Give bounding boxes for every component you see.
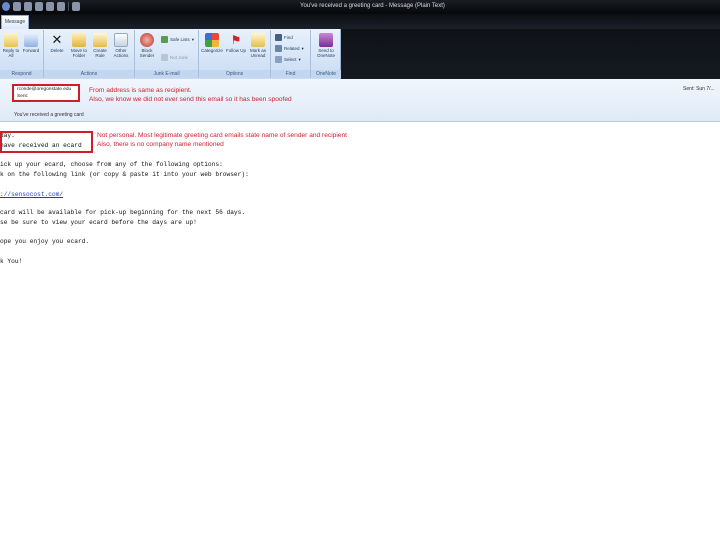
mark-as-unread-label: Mark as Unread <box>249 48 266 58</box>
delete-icon: ✕ <box>51 32 63 47</box>
annotation-line: Also, we know we did not ever send this … <box>89 96 292 103</box>
related-label: Related <box>284 46 300 51</box>
group-options: Categorize ⚑ Follow Up Mark as Unread Op… <box>199 30 271 78</box>
binoculars-icon <box>275 34 282 41</box>
flag-icon: ⚑ <box>230 33 242 47</box>
block-sender-icon <box>140 33 154 47</box>
find-label: Find <box>284 35 293 40</box>
not-junk-icon <box>161 54 168 61</box>
body-line: card will be available for pick-up begin… <box>0 209 246 216</box>
create-rule-label: Create Rule <box>93 48 107 58</box>
block-sender-label: Block Sender <box>139 48 155 58</box>
block-sender-button[interactable]: Block Sender <box>136 33 158 58</box>
group-actions: ✕ Delete Move to Folder Create Rule Othe… <box>44 30 135 78</box>
annotation-from-spoofed: From address is same as recipient. Also,… <box>89 86 292 104</box>
other-actions-button[interactable]: Other Actions <box>110 33 132 58</box>
annotation-line: Also, there is no company name mentioned <box>97 141 224 148</box>
forward-icon <box>24 33 38 47</box>
related-icon <box>275 45 282 52</box>
not-junk-label: Not Junk <box>170 55 188 60</box>
next-item-icon[interactable] <box>57 2 65 11</box>
group-label-junk-email: Junk E-mail <box>135 70 198 78</box>
group-label-options: Options <box>199 70 270 78</box>
body-line: k You! <box>0 258 23 265</box>
delete-label: Delete <box>50 48 64 53</box>
title-bar: You've received a greeting card - Messag… <box>0 0 720 14</box>
onenote-icon <box>319 33 333 47</box>
other-actions-label: Other Actions <box>113 48 129 58</box>
from-address: rconde@oregonstate.edu <box>17 87 72 92</box>
annotation-not-personal: Not personal. Most legitimate greeting c… <box>97 131 347 149</box>
tab-message[interactable]: Message <box>1 15 29 29</box>
forward-button[interactable]: Forward <box>20 33 42 53</box>
forward-label: Forward <box>22 48 40 53</box>
ribbon-groups: Reply to All Forward Respond ✕ Delete Mo… <box>0 29 341 79</box>
ecard-link[interactable]: ://sensocost.com/ <box>0 191 63 198</box>
sent-date: Sent: Sun 7/... <box>683 86 715 92</box>
folder-icon <box>72 33 86 47</box>
subject: You've received a greeting card <box>14 112 84 118</box>
reply-all-icon <box>4 33 18 47</box>
body-line: ick up your ecard, choose from any of th… <box>0 161 223 168</box>
save-icon[interactable] <box>13 2 21 11</box>
related-button[interactable]: Related ▾ <box>275 45 304 52</box>
quick-access-toolbar <box>2 2 80 11</box>
rule-icon <box>93 33 107 47</box>
reply-all-label: Reply to All <box>2 48 20 58</box>
reply-all-button[interactable]: Reply to All <box>0 33 22 58</box>
body-highlight-box <box>0 131 93 153</box>
mark-as-unread-button[interactable]: Mark as Unread <box>247 33 269 58</box>
customize-toolbar-icon[interactable] <box>72 2 80 11</box>
send-to-onenote-button[interactable]: Send to OneNote <box>315 33 337 58</box>
not-junk-button[interactable]: Not Junk <box>161 54 188 61</box>
select-button[interactable]: Select ▾ <box>275 56 301 63</box>
redo-icon[interactable] <box>35 2 43 11</box>
undo-icon[interactable] <box>24 2 32 11</box>
group-label-find: Find <box>271 70 310 78</box>
body-line: ope you enjoy you ecard. <box>0 238 90 245</box>
chevron-down-icon: ▾ <box>191 36 195 42</box>
create-rule-button[interactable]: Create Rule <box>89 33 111 58</box>
group-label-respond: Respond <box>0 70 43 78</box>
body-line: k on the following link (or copy & paste… <box>0 171 249 178</box>
select-label: Select <box>284 57 297 62</box>
categorize-icon <box>205 33 219 47</box>
categorize-button[interactable]: Categorize <box>201 33 223 53</box>
annotation-line: Not personal. Most legitimate greeting c… <box>97 132 347 139</box>
group-onenote: Send to OneNote OneNote <box>311 30 341 78</box>
follow-up-label: Follow Up <box>225 48 246 53</box>
categorize-label: Categorize <box>201 48 223 53</box>
body-line: se be sure to view your ecard before the… <box>0 219 197 226</box>
toolbar-divider <box>68 2 69 11</box>
window-title: You've received a greeting card - Messag… <box>300 3 445 9</box>
group-label-actions: Actions <box>44 70 134 78</box>
document-icon <box>114 33 128 47</box>
ribbon: Reply to All Forward Respond ✕ Delete Mo… <box>0 29 720 79</box>
envelope-icon <box>251 33 265 47</box>
move-to-folder-label: Move to Folder <box>70 48 87 58</box>
previous-item-icon[interactable] <box>46 2 54 11</box>
move-to-folder-button[interactable]: Move to Folder <box>68 33 90 58</box>
from-highlight-box: rconde@oregonstate.edu Sent: <box>12 84 80 102</box>
safe-lists-label: Safe Lists <box>170 37 190 42</box>
chevron-down-icon: ▾ <box>298 56 301 62</box>
chevron-down-icon: ▾ <box>301 45 304 51</box>
sent-field: Sent: <box>17 94 29 99</box>
safe-lists-button[interactable]: Safe Lists ▾ <box>161 36 194 43</box>
follow-up-button[interactable]: ⚑ Follow Up <box>225 33 247 53</box>
group-respond: Reply to All Forward Respond <box>0 30 44 78</box>
find-button[interactable]: Find <box>275 34 293 41</box>
ribbon-tab-row: Message <box>0 14 720 29</box>
group-label-onenote: OneNote <box>311 70 341 78</box>
safe-lists-icon <box>161 36 168 43</box>
select-icon <box>275 56 282 63</box>
office-button-icon[interactable] <box>2 2 10 11</box>
group-junk-email: Block Sender Safe Lists ▾ Not Junk Junk … <box>135 30 199 78</box>
group-find: Find Related ▾ Select ▾ Find <box>271 30 311 78</box>
delete-button[interactable]: ✕ Delete <box>46 32 68 54</box>
annotation-line: From address is same as recipient. <box>89 87 192 94</box>
send-to-onenote-label: Send to OneNote <box>316 48 335 58</box>
